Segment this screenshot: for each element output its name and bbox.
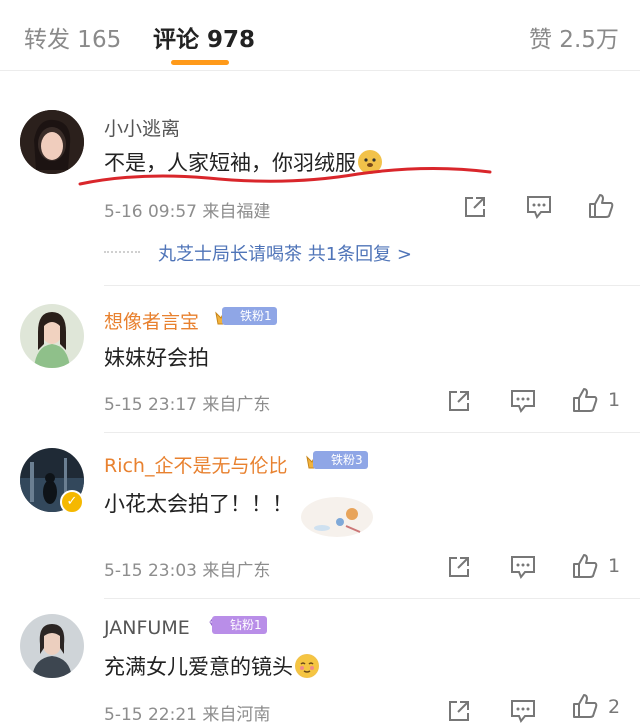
share-icon[interactable] [446,554,472,584]
comment-username[interactable]: Rich_企不是无与伦比 [104,451,287,478]
active-tab-indicator [171,60,229,65]
comment-text: 充满女儿爱意的镜头 [104,651,319,681]
verified-badge-icon: ✓ [60,490,84,514]
fan-badge: 铁粉3 [305,450,368,470]
like-icon[interactable] [571,386,599,418]
like-count: 1 [608,389,621,411]
comment-tabs: 转发 165 评论 978 赞 2.5万 [0,0,640,70]
comment-icon[interactable] [509,388,537,418]
comment-divider [104,285,640,286]
share-icon[interactable] [446,388,472,418]
like-count: 1 [608,555,621,577]
tabs-divider [0,70,640,71]
avatar[interactable] [20,304,84,368]
comment-divider [104,432,640,433]
comment-text: 小花太会拍了！！！ [104,492,293,516]
red-underline-annotation [78,166,492,186]
comment-text: 妹妹好会拍 [104,346,209,370]
like-icon[interactable] [587,192,615,224]
share-icon[interactable] [462,194,488,224]
share-icon[interactable] [446,698,472,728]
tab-likes[interactable]: 赞 2.5万 [529,20,619,54]
shy-emoji-icon [295,654,319,678]
comment-divider [104,598,640,599]
like-count: 2 [608,696,621,718]
comment-username[interactable]: 小小逃离 [104,114,180,141]
comment-username[interactable]: 想像者言宝 [104,307,199,334]
tab-comments[interactable]: 评论 978 [153,20,255,54]
fan-badge: 铁粉1 [214,306,277,326]
comment-meta: 5-15 23:17 来自广东 [104,395,271,415]
comment-icon[interactable] [509,698,537,728]
tab-reposts[interactable]: 转发 165 [24,20,121,54]
reply-dash [104,251,140,253]
comment-icon[interactable] [525,194,553,224]
like-icon[interactable] [571,552,599,584]
reply-summary-text[interactable]: 丸芝士局长请喝茶 共1条回复 > [158,240,412,266]
like-icon[interactable] [571,692,599,724]
comment-meta: 5-16 09:57 来自福建 [104,202,271,222]
comment-username[interactable]: JANFUME [104,617,190,639]
sticker-decoration-icon [300,496,374,542]
comment-icon[interactable] [509,554,537,584]
comment-meta: 5-15 23:03 来自广东 [104,561,271,581]
avatar[interactable] [20,614,84,678]
avatar[interactable] [20,110,84,174]
fan-badge: 钻粉1 [206,615,267,635]
comment-meta: 5-15 22:21 来自河南 [104,705,271,725]
